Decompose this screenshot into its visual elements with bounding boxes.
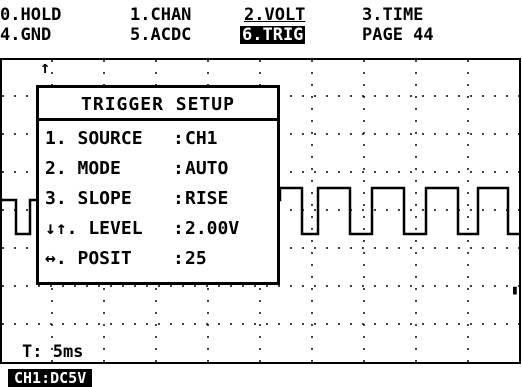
row-slope-value: RISE — [185, 188, 229, 209]
menu-acdc[interactable]: 5.ACDC — [130, 26, 191, 44]
row-source[interactable]: 1. SOURCE:CH1 — [45, 128, 218, 149]
trigger-level-marker: ▮ — [511, 283, 519, 298]
menu-trig[interactable]: 6.TRIG — [240, 26, 306, 44]
page-indicator: PAGE 44 — [362, 25, 434, 45]
row-level[interactable]: ↓↑. LEVEL:2.00V — [45, 218, 239, 239]
row-colon: : — [173, 218, 184, 239]
row-mode-label: 2. MODE — [45, 158, 121, 179]
timebase-readout: T: 5ms — [22, 342, 84, 362]
dialog-title: TRIGGER SETUP — [81, 94, 235, 115]
menu-time[interactable]: 3.TIME — [362, 6, 423, 24]
row-level-value: 2.00V — [185, 218, 240, 239]
row-posit-value: 25 — [185, 248, 207, 269]
row-colon: : — [173, 128, 184, 149]
row-slope-label: 3. SLOPE — [45, 188, 132, 209]
row-level-label: ↓↑. LEVEL — [45, 218, 143, 239]
status-bar: CH1:DC5V — [0, 368, 522, 387]
menu-volt[interactable]: 2.VOLT — [244, 6, 305, 24]
row-slope[interactable]: 3. SLOPE:RISE — [45, 188, 228, 209]
oscilloscope-screen: 0.HOLD 1.CHAN 2.VOLT 3.TIME 4.GND 5.ACDC… — [0, 0, 522, 387]
row-posit-label: ↔. POSIT — [45, 248, 132, 269]
menu-hold[interactable]: 0.HOLD — [0, 6, 61, 24]
row-posit[interactable]: ↔. POSIT:25 — [45, 248, 207, 269]
menu-gnd[interactable]: 4.GND — [0, 26, 51, 44]
trigger-setup-dialog: TRIGGER SETUP 1. SOURCE:CH1 2. MODE:AUTO… — [36, 85, 280, 285]
row-colon: : — [173, 158, 184, 179]
row-colon: : — [173, 248, 184, 269]
channel-coupling-badge: CH1:DC5V — [8, 369, 93, 387]
trigger-position-arrow-icon: ↑ — [40, 58, 51, 78]
row-mode[interactable]: 2. MODE:AUTO — [45, 158, 228, 179]
row-source-label: 1. SOURCE — [45, 128, 143, 149]
row-colon: : — [173, 188, 184, 209]
menu-chan[interactable]: 1.CHAN — [130, 6, 191, 24]
dialog-title-divider — [39, 118, 277, 121]
row-source-value: CH1 — [185, 128, 218, 149]
row-mode-value: AUTO — [185, 158, 229, 179]
